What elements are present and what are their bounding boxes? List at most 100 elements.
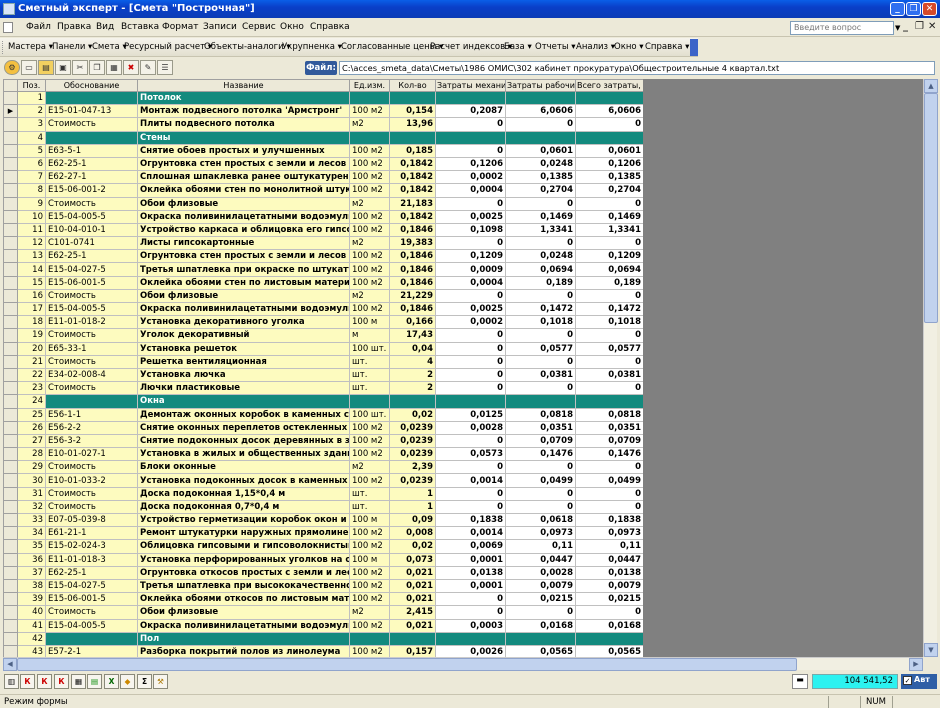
cell-code[interactable]: Е15-06-001-5 — [45, 275, 138, 290]
toolbar-help[interactable]: Справка ▾ — [645, 42, 689, 52]
cell-total[interactable]: 0,1018 — [575, 315, 643, 330]
cell-qty[interactable]: 0,021 — [389, 618, 436, 633]
cell-total[interactable]: 0,0138 — [575, 565, 643, 580]
table-row[interactable]: 6 Е62-25-1 Огрунтовка стен простых с земли… — [3, 156, 643, 172]
cell-unit[interactable]: 100 м2 — [349, 183, 390, 198]
cell-work[interactable]: 0,1472 — [505, 301, 576, 317]
cell-name[interactable]: Доска подоконная 0,7*0,4 м — [137, 499, 350, 515]
cell-total[interactable] — [575, 90, 643, 106]
cell-qty[interactable]: 2 — [389, 381, 436, 396]
cell-work[interactable]: 0 — [505, 354, 576, 369]
cell-mech[interactable]: 0,0573 — [435, 447, 506, 462]
cell-unit[interactable]: 100 м2 — [349, 592, 390, 607]
cell-code[interactable]: Е15-06-001-5 — [45, 592, 138, 607]
paste-icon[interactable]: ▦ — [106, 60, 122, 75]
delete-icon[interactable]: ✖ — [123, 60, 139, 75]
cell-code[interactable]: Е34-02-008-4 — [45, 367, 138, 383]
column-header-mech[interactable]: Затраты механиз — [435, 79, 506, 92]
row-indicator[interactable] — [3, 209, 18, 224]
cell-unit[interactable]: 100 шт. — [349, 341, 390, 356]
cell-code[interactable]: Е62-25-1 — [45, 156, 138, 172]
cell-qty[interactable]: 0,0239 — [389, 447, 436, 462]
cell-mech[interactable]: 0 — [435, 236, 506, 251]
cell-unit[interactable]: 100 м2 — [349, 209, 390, 224]
cell-qty[interactable]: 0,02 — [389, 407, 436, 422]
row-indicator[interactable] — [3, 341, 18, 356]
cell-code[interactable]: Е15-04-005-5 — [45, 618, 138, 633]
cell-code[interactable]: Е15-04-005-5 — [45, 209, 138, 224]
cell-total[interactable]: 0 — [575, 486, 643, 501]
cell-unit[interactable]: шт. — [349, 367, 390, 383]
cell-code[interactable]: Е56-2-2 — [45, 420, 138, 435]
cell-unit[interactable]: м2 — [349, 117, 390, 132]
table-icon[interactable]: ▦ — [71, 674, 86, 689]
auto-toggle[interactable]: ✓ Авт — [901, 674, 937, 689]
total-button[interactable]: ▬ — [792, 674, 808, 689]
cell-name[interactable]: Обои флизовые — [137, 196, 350, 211]
cell-code[interactable]: Е62-25-1 — [45, 565, 138, 580]
cell-total[interactable]: 0,0351 — [575, 420, 643, 435]
table-row[interactable]: 3 Стоимость Плиты подвесного потолка м2 13,9… — [3, 117, 643, 132]
table-row[interactable]: 22 Е34-02-008-4 Установка лючка шт. 2 0 0,0381… — [3, 367, 643, 383]
table-row[interactable]: 43 Е57-2-1 Разборка покрытий полов из лино… — [3, 644, 643, 657]
mdi-restore-button[interactable]: ❐ — [915, 21, 924, 32]
cell-work[interactable]: 0,0694 — [505, 262, 576, 277]
new-file-icon[interactable]: ▭ — [21, 60, 37, 75]
cell-name[interactable]: Плиты подвесного потолка — [137, 117, 350, 132]
column-header-total[interactable]: Всего затраты, д — [575, 79, 643, 92]
cell-unit[interactable]: 100 м2 — [349, 539, 390, 554]
cell-name[interactable]: Установка в жилых и общественных зданиях… — [137, 447, 350, 462]
toolbar-index-calc[interactable]: Расчет индексов ▾ — [430, 42, 512, 52]
cell-name[interactable]: Доска подоконная 1,15*0,4 м — [137, 486, 350, 501]
cell-total[interactable]: 0 — [575, 354, 643, 369]
row-indicator[interactable] — [3, 249, 18, 264]
cell-qty[interactable]: 0,1842 — [389, 156, 436, 172]
cell-code[interactable]: Стоимость — [45, 605, 138, 620]
row-indicator[interactable] — [3, 222, 18, 238]
cell-pos[interactable]: 24 — [17, 394, 46, 409]
cell-name[interactable]: Огрунтовка стен простых с земли и лесов — [137, 249, 350, 264]
cell-work[interactable]: 0 — [505, 117, 576, 132]
cell-work[interactable]: 0,1469 — [505, 209, 576, 224]
section-row[interactable]: 42 Пол — [3, 631, 643, 646]
cell-name[interactable]: Демонтаж оконных коробок в каменных стен… — [137, 407, 350, 422]
cell-pos[interactable]: 32 — [17, 499, 46, 515]
cell-total[interactable]: 0,11 — [575, 539, 643, 554]
toolbar-agreed-prices[interactable]: Согласованные цены ▾ — [341, 42, 443, 52]
cell-unit[interactable]: 100 м2 — [349, 473, 390, 488]
cell-pos[interactable]: 15 — [17, 275, 46, 290]
cell-total[interactable]: 0,0499 — [575, 473, 643, 488]
cell-pos[interactable]: 31 — [17, 486, 46, 501]
cell-mech[interactable]: 0 — [435, 486, 506, 501]
cell-code[interactable]: Е56-1-1 — [45, 407, 138, 422]
cell-code[interactable]: Стоимость — [45, 328, 138, 343]
cell-unit[interactable]: 100 м — [349, 512, 390, 528]
row-indicator[interactable] — [3, 328, 18, 343]
cell-mech[interactable]: 0 — [435, 433, 506, 449]
copy-icon[interactable]: ❐ — [89, 60, 105, 75]
cell-unit[interactable] — [349, 90, 390, 106]
row-indicator[interactable] — [3, 381, 18, 396]
file-path-field[interactable]: C:\acces_smeta_data\Сметы\1986 ОМИС\302 … — [339, 61, 935, 75]
row-indicator[interactable] — [3, 499, 18, 515]
cell-unit[interactable]: м2 — [349, 196, 390, 211]
cell-mech[interactable]: 0,0125 — [435, 407, 506, 422]
row-indicator[interactable] — [3, 565, 18, 580]
table-row[interactable]: 7 Е62-27-1 Сплошная шпаклевка ранее оштука… — [3, 170, 643, 185]
maximize-button[interactable]: ❐ — [906, 2, 921, 16]
cell-name[interactable]: Снятие подоконных досок деревянных в зда… — [137, 433, 350, 449]
cell-mech[interactable]: 0 — [435, 196, 506, 211]
cell-name[interactable]: Установка лючка — [137, 367, 350, 383]
vertical-scroll-thumb[interactable] — [924, 93, 938, 323]
cell-total[interactable]: 0 — [575, 460, 643, 475]
k-button-3[interactable]: К — [54, 674, 69, 689]
cell-code[interactable]: Е07-05-039-8 — [45, 512, 138, 528]
cell-name[interactable]: Оклейка обоями откосов по листовым матер… — [137, 592, 350, 607]
cell-total[interactable]: 0,0601 — [575, 143, 643, 158]
cell-name[interactable]: Огрунтовка стен простых с земли и лесов — [137, 156, 350, 172]
cell-work[interactable]: 0 — [505, 486, 576, 501]
cell-mech[interactable] — [435, 90, 506, 106]
options-icon[interactable]: ⚙ — [4, 60, 20, 75]
row-indicator[interactable] — [3, 196, 18, 211]
cell-work[interactable]: 0,0973 — [505, 526, 576, 541]
